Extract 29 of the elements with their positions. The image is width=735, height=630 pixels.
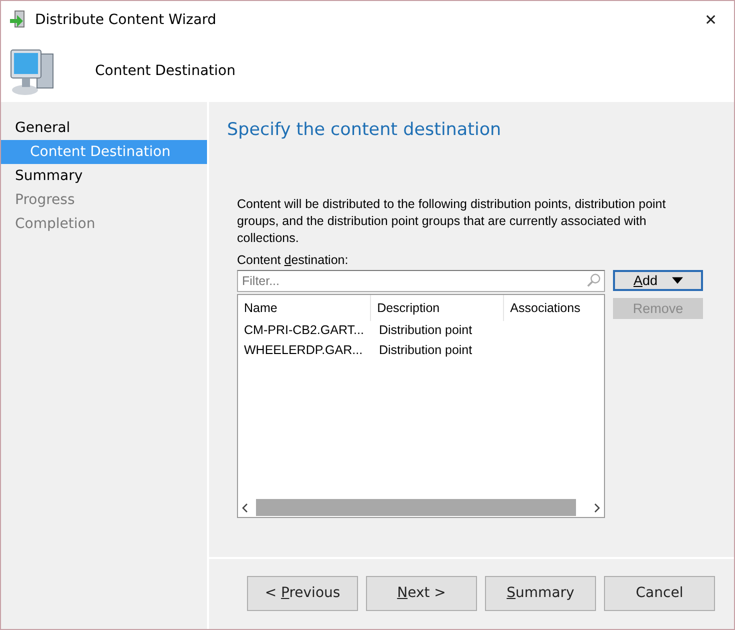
page-heading: Specify the content destination xyxy=(227,120,502,140)
step-item: Progress xyxy=(14,191,76,210)
wizard-button[interactable]: Summary xyxy=(485,576,596,610)
description-text: Content will be distributed to the following distribution points, distribution point groups, and the distribution point groups that are currently associated with collections. xyxy=(237,196,667,247)
wizard-button[interactable]: Next > xyxy=(366,576,477,610)
dropdown-icon xyxy=(672,277,683,284)
column-header[interactable]: Description xyxy=(371,295,504,321)
table-cell: Distribution point xyxy=(379,343,472,357)
step-item: Completion xyxy=(14,215,96,234)
column-header[interactable]: Name xyxy=(238,295,372,321)
header-title: Content Destination xyxy=(95,62,236,78)
window-title: Distribute Content Wizard xyxy=(35,12,216,28)
scroll-left-icon[interactable] xyxy=(242,502,248,512)
wizard-button[interactable]: Cancel xyxy=(604,576,715,610)
wizard-button[interactable]: < Previous xyxy=(247,576,358,610)
list-label: Content destination: xyxy=(237,253,350,267)
step-item: General xyxy=(14,119,72,138)
scroll-right-icon[interactable] xyxy=(594,502,600,512)
side-button[interactable]: Add xyxy=(613,270,703,291)
step-item: Summary xyxy=(14,167,84,186)
destination-list[interactable]: Name Description Associations CM-PRI-CB2.GART... Distribution point WHEELERDP.GAR... Distribution point xyxy=(237,294,605,518)
step-item: Content Destination xyxy=(1,140,207,164)
filter-field[interactable]: Filter... xyxy=(237,270,605,292)
table-cell: Distribution point xyxy=(379,323,472,337)
column-header[interactable]: Associations xyxy=(504,295,604,321)
search-icon xyxy=(586,273,601,288)
close-button[interactable]: ✕ xyxy=(688,1,734,39)
table-cell: WHEELERDP.GAR... xyxy=(244,343,363,357)
table-cell: CM-PRI-CB2.GART... xyxy=(244,323,364,337)
